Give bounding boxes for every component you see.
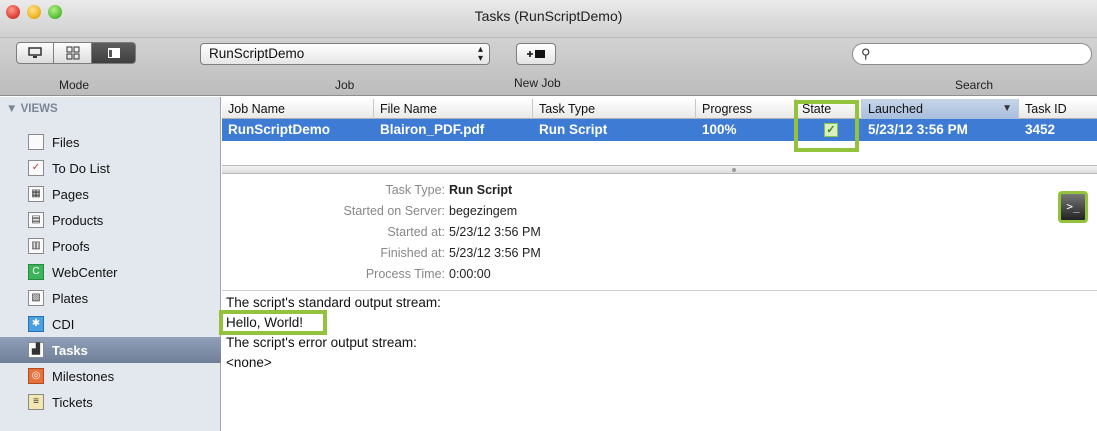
cell-task-type: Run Script (539, 122, 608, 137)
column-header-task-id[interactable]: Task ID (1019, 99, 1097, 119)
sidebar-item-proofs[interactable]: ▥ Proofs (0, 233, 221, 259)
pages-icon: ▦ (28, 186, 44, 202)
sidebar-item-products[interactable]: ▤ Products (0, 207, 221, 233)
toolbar: Mode RunScriptDemo ▴ ▾ Job New Job ⚲ Sear… (0, 38, 1097, 96)
task-type-value: Run Script (449, 183, 513, 197)
stdout-header: The script's standard output stream: (226, 295, 441, 310)
task-type-label: Task Type: (385, 183, 445, 197)
window-icon (107, 48, 120, 58)
sidebar-item-plates[interactable]: ▧ Plates (0, 285, 221, 311)
webcenter-icon: C (28, 264, 44, 280)
mode-window-button[interactable] (92, 42, 136, 64)
job-label: Job (335, 78, 355, 92)
tickets-icon: ≡ (28, 394, 44, 410)
started-value: 5/23/12 3:56 PM (449, 225, 541, 239)
finished-value: 5/23/12 3:56 PM (449, 246, 541, 260)
search-label: Search (955, 78, 994, 92)
search-field[interactable]: ⚲ (852, 43, 1092, 65)
sort-arrow-icon: ▼ (1002, 103, 1012, 114)
table-header: Job Name File Name Task Type Progress St… (222, 99, 1097, 119)
state-highlight-frame (794, 100, 859, 152)
column-header-job-name[interactable]: Job Name (222, 99, 374, 119)
cell-progress: 100% (702, 122, 737, 137)
cell-job-name: RunScriptDemo (228, 122, 331, 137)
search-icon: ⚲ (861, 46, 871, 61)
views-header[interactable]: ▼ VIEWS (6, 103, 58, 115)
column-header-task-type[interactable]: Task Type (533, 99, 696, 119)
cdi-icon: ✱ (28, 316, 44, 332)
new-job-button[interactable] (516, 43, 556, 65)
grid-icon (66, 46, 79, 60)
output-divider (222, 290, 1097, 291)
terminal-icon: >_ (1066, 200, 1080, 213)
server-label: Started on Server: (343, 204, 445, 218)
column-header-file-name[interactable]: File Name (374, 99, 533, 119)
document-icon (28, 134, 44, 150)
column-header-launched[interactable]: Launched ▼ (862, 99, 1019, 119)
monitor-icon (28, 47, 42, 58)
sidebar-item-cdi[interactable]: ✱ CDI (0, 311, 221, 337)
products-icon: ▤ (28, 212, 44, 228)
plates-icon: ▧ (28, 290, 44, 306)
window: Tasks (RunScriptDemo) Mode RunScriptDemo… (0, 0, 1097, 431)
tasks-icon: ▟ (28, 342, 44, 358)
cell-task-id: 3452 (1025, 122, 1056, 137)
sidebar: ▼ VIEWS Files ✓ To Do List ▦ Pages ▤ Produc… (0, 97, 221, 431)
mode-grid-button[interactable] (54, 42, 92, 64)
cell-launched: 5/23/12 3:56 PM (868, 122, 968, 137)
process-time-label: Process Time: (365, 267, 445, 281)
grip-dot-icon (732, 168, 736, 172)
stderr-header: The script's error output stream: (226, 335, 417, 350)
finished-label: Finished at: (380, 246, 445, 260)
window-title: Tasks (RunScriptDemo) (474, 8, 623, 24)
new-job-label: New Job (514, 76, 561, 90)
sidebar-item-files[interactable]: Files (0, 129, 221, 155)
sidebar-item-pages[interactable]: ▦ Pages (0, 181, 221, 207)
sidebar-item-tickets[interactable]: ≡ Tickets (0, 389, 221, 415)
started-label: Started at: (387, 225, 445, 239)
process-time-value: 0:00:00 (449, 267, 491, 281)
terminal-button[interactable]: >_ (1058, 191, 1088, 223)
mode-label: Mode (59, 78, 90, 92)
stdout-value: Hello, World! (226, 315, 304, 330)
milestones-icon: ◎ (28, 368, 44, 384)
new-job-icon (527, 50, 545, 58)
checklist-icon: ✓ (28, 160, 44, 176)
sidebar-item-milestones[interactable]: ◎ Milestones (0, 363, 221, 389)
updown-arrows-icon: ▴ ▾ (477, 44, 483, 64)
cell-file-name: Blairon_PDF.pdf (380, 122, 485, 137)
column-header-progress[interactable]: Progress (696, 99, 796, 119)
task-details: Task Type: Run Script Started on Server:… (222, 175, 1097, 290)
job-popup-value: RunScriptDemo (209, 46, 305, 61)
job-popup[interactable]: RunScriptDemo ▴ ▾ (200, 43, 490, 65)
stderr-value: <none> (226, 355, 272, 370)
split-view-divider[interactable] (222, 165, 1097, 174)
table-row[interactable]: RunScriptDemo Blairon_PDF.pdf Run Script… (222, 119, 1097, 141)
title-bar: Tasks (RunScriptDemo) (0, 0, 1097, 38)
sidebar-item-webcenter[interactable]: C WebCenter (0, 259, 221, 285)
sidebar-item-tasks[interactable]: ▟ Tasks (0, 337, 221, 363)
proofs-icon: ▥ (28, 238, 44, 254)
server-value: begezingem (449, 204, 518, 218)
mode-desktop-button[interactable] (16, 42, 54, 64)
sidebar-item-to-do-list[interactable]: ✓ To Do List (0, 155, 221, 181)
main-panel: Job Name File Name Task Type Progress St… (219, 97, 1097, 431)
